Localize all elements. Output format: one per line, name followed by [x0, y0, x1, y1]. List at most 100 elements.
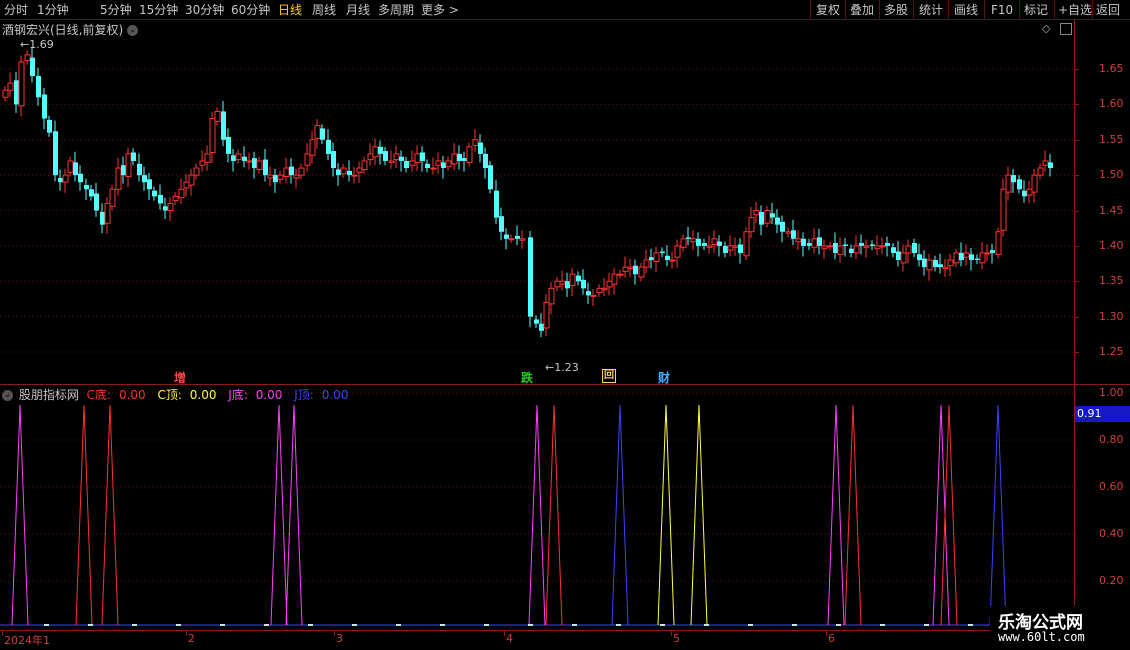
chevron-down-icon[interactable]: ⌄	[127, 25, 139, 36]
draw-button[interactable]: 画线	[954, 2, 978, 18]
toolbar-divider	[948, 0, 949, 20]
baseline-dot	[132, 624, 137, 626]
candlestick	[42, 88, 47, 130]
candlestick	[953, 248, 960, 268]
indicator-spike	[989, 404, 1007, 626]
price-tick-mark	[1075, 316, 1079, 318]
candlestick	[36, 67, 41, 106]
candlestick	[383, 146, 388, 166]
candlestick	[289, 158, 294, 184]
period-tab-monthly[interactable]: 月线	[346, 2, 370, 18]
candlestick	[393, 145, 400, 169]
period-tab-daily[interactable]: 日线	[278, 2, 302, 18]
candlestick	[807, 238, 812, 251]
fq-button[interactable]: 复权	[816, 2, 840, 18]
candlestick	[347, 160, 352, 182]
candlestick	[554, 277, 561, 292]
baseline-dot	[836, 624, 841, 626]
candlestick	[905, 239, 912, 264]
baseline-dot	[440, 624, 445, 626]
indicator-tick-label: 0.20	[1099, 574, 1124, 587]
candlestick	[959, 242, 964, 267]
candlestick	[764, 206, 771, 228]
stats-button[interactable]: 统计	[919, 2, 943, 18]
candlestick	[256, 156, 263, 174]
period-tab-multi[interactable]: 多周期	[378, 2, 414, 18]
period-tab-1min[interactable]: 1分钟	[37, 2, 69, 18]
price-tick-mark	[1075, 69, 1079, 70]
multi-stock-button[interactable]: 多股	[884, 2, 908, 18]
candlestick	[590, 289, 597, 307]
baseline-dot	[792, 624, 797, 626]
back-button[interactable]: 返回	[1096, 2, 1120, 18]
candlestick	[811, 228, 818, 254]
diamond-icon[interactable]: ◇	[1042, 23, 1052, 34]
candlestick	[58, 169, 63, 191]
candlestick	[508, 234, 515, 244]
event-marker-回[interactable]: 回	[602, 369, 616, 383]
period-tab-15min[interactable]: 15分钟	[139, 2, 178, 18]
panel-toggle-icon[interactable]	[1060, 23, 1072, 35]
candlestick	[559, 270, 566, 291]
candlestick	[109, 185, 116, 211]
candlestick	[586, 282, 591, 304]
candlestick	[732, 237, 739, 256]
period-tab-30min[interactable]: 30分钟	[185, 2, 224, 18]
price-tick-label: 1.45	[1099, 203, 1124, 217]
candlestick	[947, 253, 954, 277]
candlestick	[399, 150, 404, 172]
add-favorite-button[interactable]: +自选	[1058, 2, 1092, 18]
baseline-dot	[44, 624, 49, 626]
candlestick	[100, 203, 105, 234]
period-tab-intraday[interactable]: 分时	[4, 2, 28, 18]
candlestick	[1026, 180, 1033, 204]
baseline-dot	[924, 624, 929, 626]
candlestick	[466, 142, 473, 167]
candlestick	[717, 235, 722, 257]
period-tab-weekly[interactable]: 周线	[312, 2, 336, 18]
candlestick	[226, 128, 231, 163]
candlestick	[356, 161, 363, 183]
candlestick	[361, 156, 368, 174]
baseline-dot	[572, 624, 577, 626]
baseline-dot	[528, 624, 533, 626]
date-tick-mark	[504, 631, 505, 636]
baseline-dot	[968, 624, 973, 626]
indicator-chart[interactable]	[0, 385, 1074, 630]
candlestick	[404, 156, 409, 173]
price-tick-mark	[1075, 139, 1079, 141]
candlestick	[706, 235, 713, 254]
candlestick	[795, 230, 802, 251]
period-tab-more[interactable]: 更多 >	[421, 2, 459, 18]
chart-title: 酒钢宏兴(日线,前复权)	[2, 23, 124, 37]
candlestick	[336, 163, 341, 186]
candlestick	[414, 145, 421, 171]
period-tab-60min[interactable]: 60分钟	[231, 2, 270, 18]
candlestick	[753, 202, 760, 224]
candlestick	[246, 152, 253, 170]
candlestick	[984, 244, 991, 262]
candlestick-chart[interactable]	[0, 38, 1074, 384]
candlestick	[372, 138, 379, 166]
candlestick	[89, 185, 94, 201]
period-tab-5min[interactable]: 5分钟	[100, 2, 132, 18]
candlestick	[801, 232, 806, 257]
candlestick	[115, 157, 122, 196]
baseline-dot	[704, 624, 709, 626]
overlay-button[interactable]: 叠加	[850, 2, 874, 18]
candlestick	[314, 119, 321, 149]
f10-button[interactable]: F10	[991, 2, 1013, 18]
candlestick	[7, 72, 14, 97]
candlestick	[995, 227, 1002, 259]
baseline-dot	[176, 624, 181, 626]
candlestick	[933, 255, 938, 272]
candlestick	[47, 115, 52, 137]
candlestick	[690, 230, 697, 251]
candlestick	[1000, 178, 1007, 237]
date-axis: 2024年1 2 3 4 5 6	[0, 630, 1074, 650]
candlestick	[125, 147, 132, 188]
price-tick-label: 1.25	[1099, 345, 1124, 358]
mark-button[interactable]: 标记	[1024, 2, 1048, 18]
candlestick	[73, 151, 78, 182]
candlestick	[926, 253, 933, 281]
